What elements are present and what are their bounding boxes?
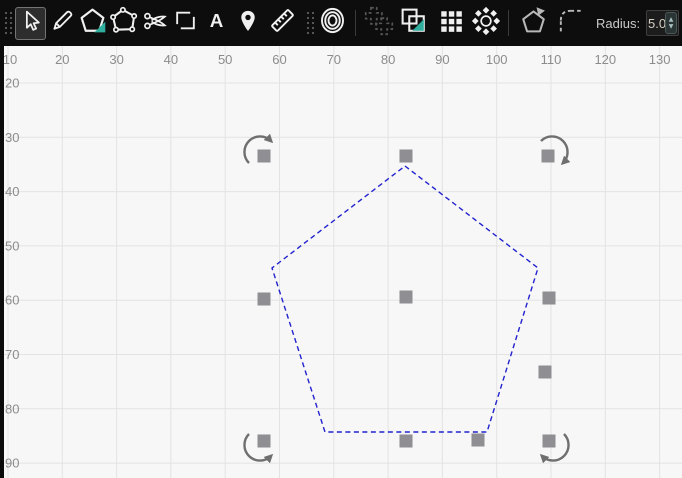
rotate-handle-bottom-right[interactable] (539, 433, 570, 464)
ruler-top-label: 50 (218, 52, 232, 67)
ruler-top-label: 120 (594, 52, 616, 67)
text-tool[interactable]: A (201, 5, 232, 41)
ruler-top-label: 130 (649, 52, 671, 67)
ruler-top-label: 30 (109, 52, 123, 67)
polygon-rotate-icon (519, 6, 548, 40)
circular-array-icon (471, 6, 501, 41)
ruler-top-label: 10 (3, 52, 17, 67)
stepper-up-icon[interactable]: ▲ (669, 16, 674, 23)
select-tool[interactable] (15, 6, 46, 40)
ruler-top-label: 80 (381, 52, 395, 67)
ruler-left-label: 80 (5, 401, 19, 416)
trim-tool[interactable] (139, 5, 170, 41)
corner-radius-icon (556, 6, 585, 40)
measure-tool[interactable] (267, 5, 298, 41)
ruler-top-label: 20 (55, 52, 69, 67)
boolean-union-tool[interactable] (363, 5, 394, 41)
stepper-down-icon[interactable]: ▼ (669, 23, 674, 30)
grid-icon (438, 8, 464, 39)
scissors-icon (142, 8, 168, 39)
circular-array-tool[interactable] (470, 5, 501, 41)
ruler-left-label: 60 (5, 293, 19, 308)
rotate-handle-bottom-left[interactable] (243, 433, 274, 464)
ruler-left-label: 40 (5, 184, 19, 199)
ruler-left-label: 20 (5, 76, 19, 91)
toolbar-separator (508, 10, 509, 36)
corner-radius-option[interactable] (555, 5, 586, 41)
draw-tool[interactable] (46, 5, 77, 41)
svg-text:A: A (210, 10, 224, 31)
canvas-left-edge (0, 46, 4, 478)
ruler-icon (268, 6, 297, 40)
union-icon (364, 6, 394, 41)
drawing-canvas[interactable]: 10 20 30 40 50 60 70 80 90 100 110 120 130 20 30 40 50 60… (0, 46, 682, 478)
rotate-handle-top-left[interactable] (243, 133, 274, 164)
toolbar: A Radius: 5.0 ▲ ▼ (0, 0, 682, 46)
polygon-option[interactable] (518, 5, 549, 41)
offset-tool[interactable] (317, 5, 348, 41)
toolbar-grip[interactable] (2, 5, 15, 41)
pencil-icon (49, 8, 75, 39)
rotate-handle-top-right[interactable] (540, 135, 571, 166)
toolbar-grip-2[interactable] (304, 5, 317, 41)
duplicate-icon (399, 6, 428, 40)
edit-nodes-tool[interactable] (108, 5, 139, 41)
ruler-top-label: 100 (486, 52, 508, 67)
ruler-left-label: 70 (5, 347, 19, 362)
pin-icon (235, 8, 261, 39)
radius-stepper[interactable]: ▲ ▼ (665, 12, 678, 34)
ruler-top-label: 40 (164, 52, 178, 67)
ruler-top-label: 70 (327, 52, 341, 67)
handle-mid-right[interactable] (542, 291, 556, 305)
rings-icon (318, 6, 347, 40)
ruler-top-label: 90 (435, 52, 449, 67)
ruler-left-label: 50 (5, 238, 19, 253)
cursor-icon (18, 8, 43, 38)
radius-control: Radius: 5.0 ▲ ▼ (596, 10, 680, 36)
grid-array-tool[interactable] (435, 5, 466, 41)
create-polygon-tool[interactable] (77, 5, 108, 41)
pentagon-new-icon (78, 6, 107, 40)
handle-center[interactable] (399, 290, 413, 304)
radius-input[interactable]: 5.0 ▲ ▼ (646, 10, 680, 36)
polygon-nodes-icon (109, 6, 138, 40)
radius-label: Radius: (596, 15, 641, 31)
handle-right-lower[interactable] (538, 365, 552, 379)
toolbar-separator (355, 10, 356, 36)
canvas-svg: 10 20 30 40 50 60 70 80 90 100 110 120 130 20 30 40 50 60… (3, 46, 682, 478)
crop-tool[interactable] (170, 5, 201, 41)
handle-bottom-right-inner[interactable] (471, 433, 485, 447)
handle-bottom-center[interactable] (399, 434, 413, 448)
ruler-top-label: 60 (272, 52, 286, 67)
frame-icon (173, 8, 198, 38)
handle-mid-left[interactable] (257, 292, 271, 306)
text-icon: A (204, 8, 229, 38)
ruler-top-label: 110 (541, 52, 562, 67)
ruler-left-label: 30 (5, 130, 19, 145)
location-tool[interactable] (232, 5, 263, 41)
handle-top-center[interactable] (399, 149, 413, 163)
duplicate-tool[interactable] (398, 5, 429, 41)
ruler-left-label: 90 (5, 456, 19, 471)
radius-value: 5.0 (648, 15, 667, 31)
